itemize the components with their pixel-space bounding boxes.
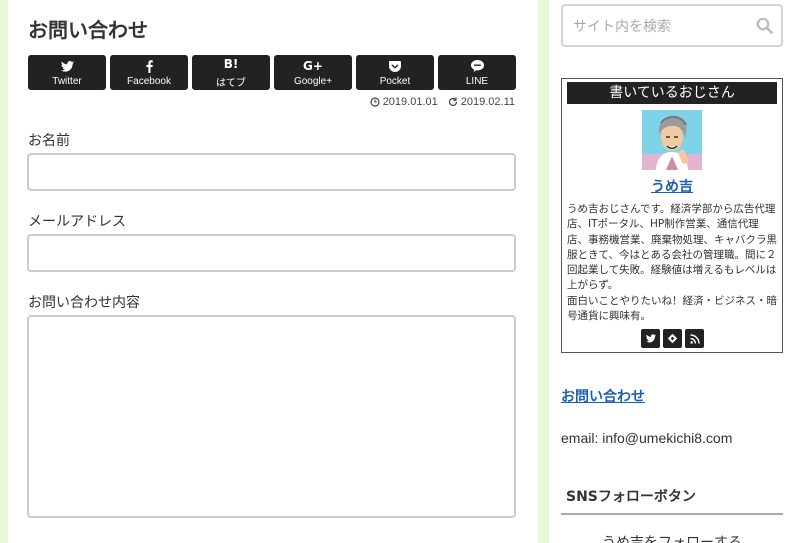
name-label: お名前 [28, 133, 70, 149]
message-textarea[interactable] [27, 315, 516, 518]
profile-header: 書いているおじさん [567, 82, 777, 104]
main-content: お問い合わせ Twitter Facebook B! はてブ G+ Google… [8, 0, 538, 543]
share-twitter-label: Twitter [52, 76, 82, 87]
profile-rss-button[interactable] [685, 329, 704, 348]
updated-date-text: 2019.02.11 [460, 96, 515, 108]
share-buttons: Twitter Facebook B! はてブ G+ Google+ Pocke… [28, 55, 516, 90]
clock-icon [370, 97, 380, 107]
name-input[interactable] [27, 153, 516, 191]
search-box [561, 4, 783, 47]
google-plus-icon: G+ [303, 59, 323, 73]
profile-social-icons [641, 329, 704, 348]
twitter-icon [60, 58, 74, 74]
sns-follow-text: うめ吉をフォローする [602, 535, 742, 543]
profile-description-line: 面白いことやりたいね！経済・ビジネス・暗号通貨に興味有。 [567, 294, 777, 323]
share-line-button[interactable]: LINE [438, 55, 516, 90]
search-input[interactable] [563, 6, 748, 45]
share-pocket-label: Pocket [379, 76, 411, 87]
post-dates: 2019.01.01 2019.02.11 [370, 96, 515, 108]
updated-date: 2019.02.11 [448, 96, 515, 108]
rss-icon [689, 333, 700, 344]
profile-description-line: うめ吉おじさんです。経済学部から広告代理店、ITポータル、HP制作営業、通信代理… [567, 203, 777, 292]
twitter-icon [645, 334, 656, 343]
avatar [642, 110, 702, 170]
share-pocket-button[interactable]: Pocket [356, 55, 434, 90]
search-icon[interactable] [756, 17, 773, 34]
email-label: メールアドレス [28, 214, 126, 230]
published-date: 2019.01.01 [370, 96, 438, 108]
share-facebook-label: Facebook [127, 76, 171, 87]
contact-link[interactable]: お問い合わせ [561, 386, 645, 406]
share-google-plus-label: Google+ [293, 76, 333, 87]
profile-widget: 書いているおじさん うめ吉 うめ吉おじさんです。経済学部から広告代理店、ITポー… [561, 78, 783, 353]
email-text: email: info@umekichi8.com [561, 430, 733, 446]
sns-follow-title: SNSフォローボタン [561, 486, 783, 515]
share-google-plus-button[interactable]: G+ Google+ [274, 55, 352, 90]
share-facebook-button[interactable]: Facebook [110, 55, 188, 90]
profile-description: うめ吉おじさんです。経済学部から広告代理店、ITポータル、HP制作営業、通信代理… [567, 202, 779, 324]
hatena-bookmark-icon: B! [223, 57, 239, 71]
share-line-label: LINE [465, 76, 489, 87]
page-title: お問い合わせ [28, 18, 148, 42]
published-date-text: 2019.01.01 [382, 96, 438, 108]
facebook-icon [145, 58, 153, 74]
email-input[interactable] [27, 234, 516, 272]
share-twitter-button[interactable]: Twitter [28, 55, 106, 90]
share-hatena-label: はてブ [216, 78, 246, 89]
profile-name[interactable]: うめ吉 [562, 176, 782, 196]
share-hatena-button[interactable]: B! はてブ [192, 55, 270, 90]
refresh-icon [448, 97, 457, 107]
profile-feedly-button[interactable] [663, 329, 682, 348]
feedly-icon [667, 333, 678, 344]
pocket-icon [389, 58, 401, 74]
profile-twitter-button[interactable] [641, 329, 660, 348]
line-icon [470, 58, 484, 74]
sidebar: 書いているおじさん うめ吉 うめ吉おじさんです。経済学部から広告代理店、ITポー… [549, 0, 800, 543]
message-label: お問い合わせ内容 [28, 295, 140, 311]
